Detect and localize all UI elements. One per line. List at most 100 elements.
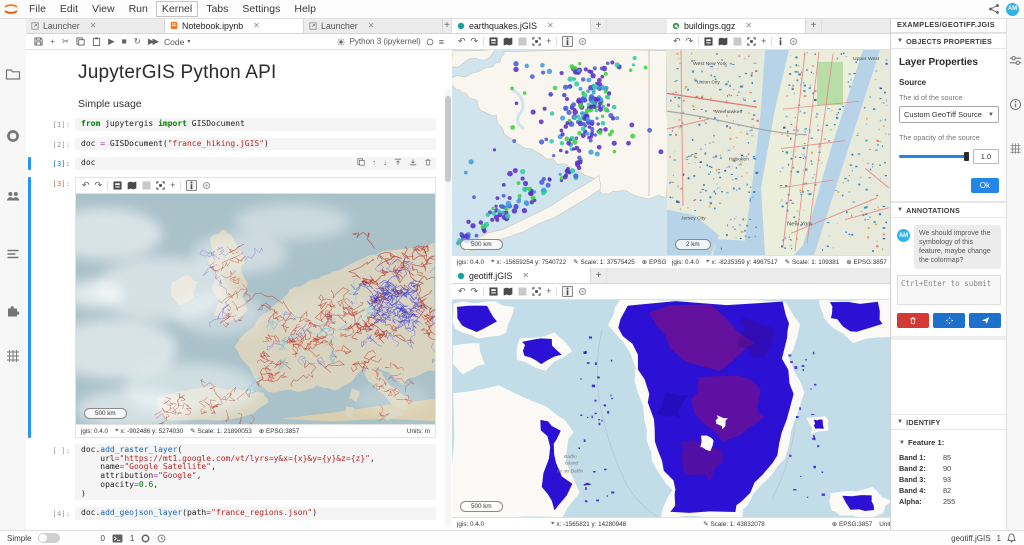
geolocate-icon[interactable] xyxy=(202,181,211,190)
active-document-label[interactable]: geotiff.jGIS xyxy=(951,534,990,543)
basemap-icon[interactable] xyxy=(718,37,728,46)
user-avatar[interactable]: AM xyxy=(1006,3,1019,16)
geolocate-icon[interactable] xyxy=(789,37,798,46)
run-cell-icon[interactable]: ▶ xyxy=(108,37,115,46)
slider-thumb[interactable] xyxy=(964,152,969,161)
move-cell-up-icon[interactable]: ↑ xyxy=(372,158,376,168)
share-icon[interactable] xyxy=(988,3,1000,15)
menu-edit[interactable]: Edit xyxy=(53,0,85,18)
center-on-annotation-button[interactable] xyxy=(933,313,965,328)
menu-run[interactable]: Run xyxy=(122,0,155,18)
insert-below-icon[interactable] xyxy=(409,158,417,168)
tab-notebook[interactable]: Notebook.ipynb ✕ xyxy=(165,18,304,33)
extension-manager-icon[interactable] xyxy=(5,302,21,318)
kernel-settings-icon[interactable] xyxy=(337,38,345,46)
notification-count[interactable]: 1 xyxy=(997,534,1001,543)
layers-icon[interactable] xyxy=(489,287,498,296)
file-browser-icon[interactable] xyxy=(5,66,21,82)
info-panel-icon[interactable] xyxy=(1009,98,1023,112)
new-tab-button[interactable]: + xyxy=(591,18,607,33)
identify-icon[interactable] xyxy=(562,36,573,47)
ok-button[interactable]: Ok xyxy=(971,178,999,193)
new-tab-button[interactable]: + xyxy=(806,18,822,33)
redo-icon[interactable]: ↷ xyxy=(471,285,479,298)
layers-icon[interactable] xyxy=(704,37,713,46)
menu-file[interactable]: File xyxy=(22,0,53,18)
undo-icon[interactable]: ↶ xyxy=(458,285,466,298)
basemap-icon[interactable] xyxy=(503,37,513,46)
jupytergis-tools-icon[interactable] xyxy=(1009,142,1023,156)
stop-kernel-icon[interactable]: ■ xyxy=(122,37,127,46)
add-icon[interactable]: + xyxy=(546,285,551,298)
insert-above-icon[interactable] xyxy=(394,158,402,168)
simple-mode-toggle[interactable] xyxy=(38,533,60,543)
notebook-scrollbar[interactable] xyxy=(445,88,451,528)
fit-extent-icon[interactable] xyxy=(156,181,165,190)
annotation-input[interactable] xyxy=(897,275,1001,305)
earthquakes-map-canvas[interactable]: 500 km xyxy=(452,50,667,255)
paste-cell-icon[interactable] xyxy=(92,37,101,46)
copy-cell-icon[interactable] xyxy=(76,37,85,46)
section-annotations[interactable]: ▼ ANNOTATIONS xyxy=(891,202,1007,218)
undo-icon[interactable]: ↶ xyxy=(673,35,681,48)
tab-buildings[interactable]: buildings.qgz ✕ xyxy=(667,18,806,33)
properties-panel-icon[interactable] xyxy=(1009,54,1023,68)
layers-icon[interactable] xyxy=(489,37,498,46)
redo-icon[interactable]: ↷ xyxy=(471,35,479,48)
menu-kernel[interactable]: Kernel xyxy=(155,0,199,18)
new-tab-button[interactable]: + xyxy=(443,18,452,33)
submit-annotation-button[interactable] xyxy=(969,313,1001,328)
new-layer-icon[interactable] xyxy=(142,181,151,190)
run-all-icon[interactable]: ▶▶ xyxy=(148,37,157,46)
history-icon[interactable] xyxy=(157,534,166,543)
identify-icon[interactable] xyxy=(777,37,784,46)
code-editor[interactable]: doc.add_raster_layer( url="https://mt1.g… xyxy=(75,444,436,500)
kernels-count[interactable]: 1 xyxy=(130,534,134,543)
table-of-contents-icon[interactable] xyxy=(5,246,21,262)
opacity-value[interactable]: 1.0 xyxy=(973,149,999,164)
new-layer-icon[interactable] xyxy=(733,37,742,46)
fit-extent-icon[interactable] xyxy=(532,287,541,296)
identify-icon[interactable] xyxy=(562,286,573,297)
bell-icon[interactable] xyxy=(1007,533,1016,543)
geolocate-icon[interactable] xyxy=(578,287,587,296)
geotiff-map-canvas[interactable]: Baffin Island Île de Baffin 500 km xyxy=(452,300,890,517)
running-kernels-icon[interactable] xyxy=(5,128,21,144)
notebook-menu-icon[interactable]: ≡ xyxy=(439,37,444,47)
close-icon[interactable]: ✕ xyxy=(522,271,529,280)
tab-earthquakes[interactable]: earthquakes.jGIS ✕ xyxy=(452,18,591,33)
close-icon[interactable]: ✕ xyxy=(745,21,752,30)
close-icon[interactable]: ✕ xyxy=(253,21,260,30)
add-icon[interactable]: + xyxy=(170,179,175,192)
menu-view[interactable]: View xyxy=(85,0,122,18)
fit-extent-icon[interactable] xyxy=(747,37,756,46)
section-objects-properties[interactable]: ▼ OBJECTS PROPERTIES xyxy=(891,33,1007,49)
kernel-name[interactable]: Python 3 (ipykernel) xyxy=(350,37,421,46)
basemap-icon[interactable] xyxy=(127,181,137,190)
undo-icon[interactable]: ↶ xyxy=(82,179,90,192)
tab-launcher-2[interactable]: Launcher ✕ xyxy=(304,18,443,33)
delete-annotation-button[interactable] xyxy=(897,313,929,328)
tab-geotiff[interactable]: geotiff.jGIS ✕ xyxy=(452,268,591,283)
collaborators-icon[interactable] xyxy=(5,188,21,204)
restart-kernel-icon[interactable]: ↻ xyxy=(134,37,141,46)
move-cell-down-icon[interactable]: ↓ xyxy=(383,158,387,168)
terminals-count[interactable]: 0 xyxy=(100,534,104,543)
scrollbar-thumb[interactable] xyxy=(445,96,451,182)
duplicate-cell-icon[interactable] xyxy=(357,158,365,168)
new-tab-button[interactable]: + xyxy=(591,268,607,283)
save-icon[interactable] xyxy=(34,37,43,46)
undo-icon[interactable]: ↶ xyxy=(458,35,466,48)
kernel-status-icon[interactable] xyxy=(141,534,150,543)
new-layer-icon[interactable] xyxy=(518,37,527,46)
buildings-map-canvas[interactable]: West New York Union City Weehawken Upper… xyxy=(667,50,890,255)
insert-cell-icon[interactable]: + xyxy=(50,37,55,46)
identify-icon[interactable] xyxy=(186,180,197,191)
redo-icon[interactable]: ↷ xyxy=(95,179,103,192)
fit-extent-icon[interactable] xyxy=(532,37,541,46)
menu-settings[interactable]: Settings xyxy=(235,0,287,18)
source-select[interactable]: Custom GeoTiff Source ▼ xyxy=(899,106,999,123)
code-editor[interactable]: from jupytergis import GISDocument xyxy=(75,118,436,131)
menu-help[interactable]: Help xyxy=(287,0,323,18)
close-icon[interactable]: ✕ xyxy=(368,21,375,30)
